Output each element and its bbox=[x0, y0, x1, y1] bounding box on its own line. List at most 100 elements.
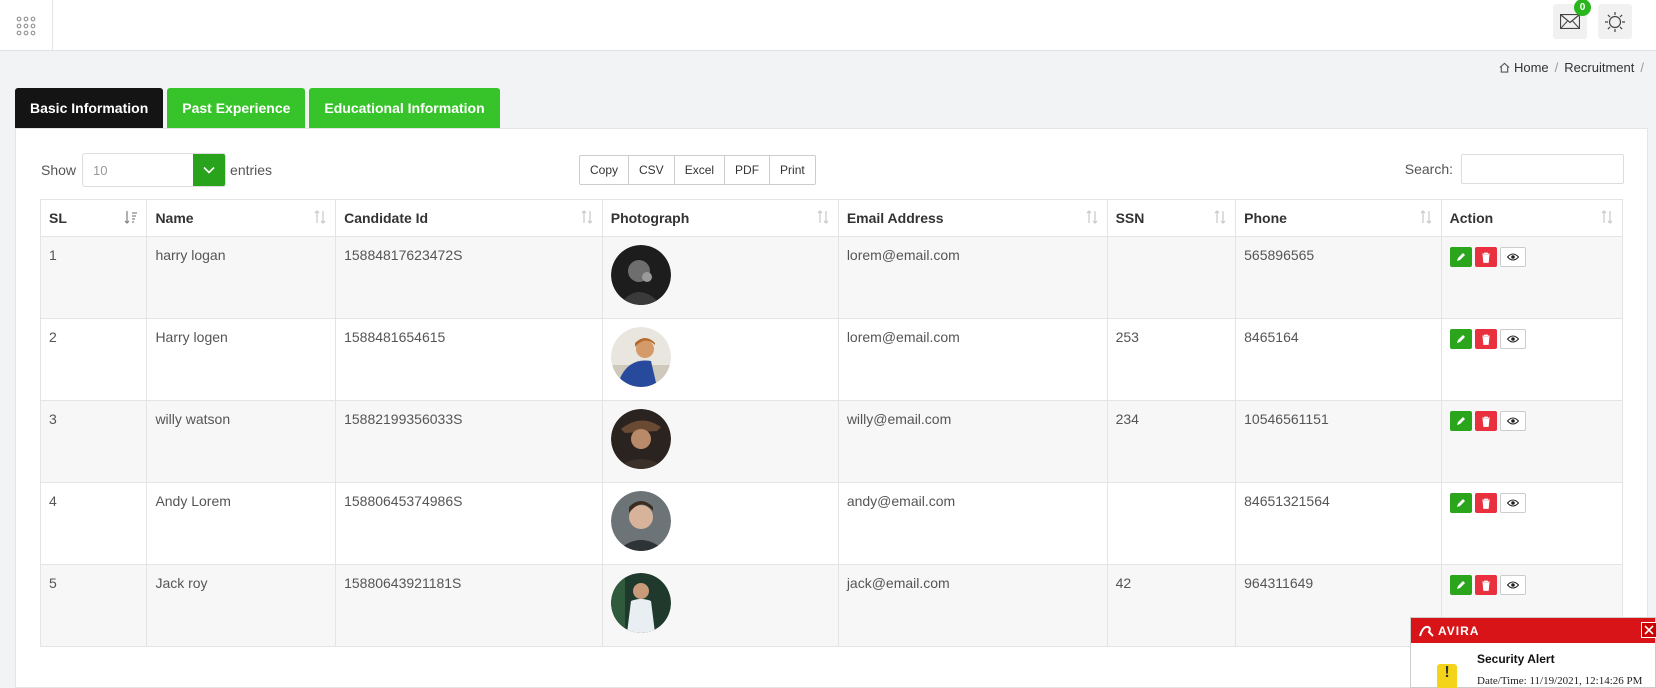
column-header-photograph[interactable]: Photograph bbox=[601, 199, 839, 237]
pencil-icon bbox=[1456, 335, 1465, 343]
edit-button[interactable] bbox=[1449, 247, 1472, 267]
entries-select[interactable]: 10 bbox=[82, 153, 227, 187]
edit-button[interactable] bbox=[1449, 575, 1472, 595]
cell-actions bbox=[1440, 400, 1624, 483]
cell-ssn: 42 bbox=[1106, 564, 1237, 647]
breadcrumb-recruitment[interactable]: Recruitment bbox=[1564, 60, 1634, 75]
cell-candidate-id: 1588481654615 bbox=[335, 318, 603, 401]
pencil-icon bbox=[1456, 499, 1465, 507]
mail-button[interactable]: 0 bbox=[1553, 0, 1591, 39]
tab-past-experience[interactable]: Past Experience bbox=[167, 88, 306, 128]
eye-icon bbox=[1506, 581, 1519, 589]
view-button[interactable] bbox=[1499, 493, 1526, 513]
cell-actions bbox=[1440, 236, 1624, 319]
cell-photograph bbox=[601, 400, 839, 483]
tab-educational-information[interactable]: Educational Information bbox=[309, 88, 500, 128]
alert-datetime: Date/Time: 11/19/2021, 12:14:26 PM bbox=[1477, 675, 1643, 687]
breadcrumb-separator: / bbox=[1640, 60, 1644, 75]
cell-name: willy watson bbox=[146, 400, 337, 483]
cell-email: andy@email.com bbox=[837, 482, 1108, 565]
cell-name: harry logan bbox=[146, 236, 337, 319]
edit-button[interactable] bbox=[1449, 493, 1472, 513]
delete-button[interactable] bbox=[1474, 493, 1497, 513]
delete-button[interactable] bbox=[1474, 247, 1497, 267]
pencil-icon bbox=[1456, 417, 1465, 425]
edit-button[interactable] bbox=[1449, 329, 1472, 349]
cell-actions bbox=[1440, 482, 1624, 565]
copy-button[interactable]: Copy bbox=[580, 156, 630, 184]
column-header-ssn[interactable]: SSN bbox=[1106, 199, 1237, 237]
pdf-button[interactable]: PDF bbox=[725, 156, 771, 184]
avira-security-alert: AVIRA ! Security Alert Date/Time: 11/19/… bbox=[1410, 617, 1656, 688]
alert-title: Security Alert bbox=[1477, 652, 1555, 666]
candidate-photo bbox=[610, 409, 671, 469]
settings-icon bbox=[1605, 11, 1625, 32]
cell-name: Andy Lorem bbox=[146, 482, 337, 565]
sort-icon bbox=[314, 210, 326, 224]
cell-email: lorem@email.com bbox=[837, 236, 1108, 319]
print-button[interactable]: Print bbox=[770, 156, 815, 184]
column-header-action[interactable]: Action bbox=[1440, 199, 1624, 237]
sort-icon bbox=[1214, 210, 1226, 224]
trash-icon bbox=[1481, 334, 1490, 345]
home-icon bbox=[1499, 62, 1510, 73]
cell-phone: 8465164 bbox=[1235, 318, 1442, 401]
table-row: 4 Andy Lorem 15880645374986S andy@email.… bbox=[39, 482, 1624, 565]
mail-count-badge: 0 bbox=[1574, 0, 1591, 16]
tab-basic-information[interactable]: Basic Information bbox=[15, 88, 164, 128]
cell-candidate-id: 15884817623472S bbox=[335, 236, 603, 319]
cell-phone: 84651321564 bbox=[1235, 482, 1442, 565]
breadcrumb-home-label: Home bbox=[1513, 60, 1549, 75]
view-button[interactable] bbox=[1499, 329, 1526, 349]
column-header-name[interactable]: Name bbox=[146, 199, 337, 237]
column-header-sl[interactable]: SL bbox=[39, 199, 148, 237]
column-header-phone[interactable]: Phone bbox=[1235, 199, 1442, 237]
trash-icon bbox=[1481, 498, 1490, 509]
cell-name: Harry logen bbox=[146, 318, 337, 401]
column-header-candidate-id[interactable]: Candidate Id bbox=[335, 199, 603, 237]
mail-icon bbox=[1560, 14, 1580, 29]
eye-icon bbox=[1506, 335, 1519, 343]
table-row: 5 Jack roy 15880643921181S jack@email.co… bbox=[39, 564, 1624, 647]
cell-sl: 3 bbox=[39, 400, 148, 483]
breadcrumb: Home / Recruitment / bbox=[1499, 60, 1644, 75]
close-button[interactable] bbox=[1641, 622, 1656, 638]
table-header-row: SL Name Candidate Id Photograph Email Ad… bbox=[39, 199, 1624, 237]
chevron-down-icon bbox=[193, 154, 226, 186]
excel-button[interactable]: Excel bbox=[675, 156, 726, 184]
eye-icon bbox=[1506, 253, 1519, 261]
delete-button[interactable] bbox=[1474, 575, 1497, 595]
cell-email: lorem@email.com bbox=[837, 318, 1108, 401]
column-header-email[interactable]: Email Address bbox=[837, 199, 1108, 237]
csv-button[interactable]: CSV bbox=[629, 156, 675, 184]
cell-photograph bbox=[601, 482, 839, 565]
table-row: 2 Harry logen 1588481654615 lorem@email.… bbox=[39, 318, 1624, 401]
edit-button[interactable] bbox=[1449, 411, 1472, 431]
cell-photograph bbox=[601, 236, 839, 319]
search-input[interactable] bbox=[1461, 154, 1624, 184]
settings-button[interactable] bbox=[1598, 4, 1632, 39]
view-button[interactable] bbox=[1499, 411, 1526, 431]
export-buttons: Copy CSV Excel PDF Print bbox=[579, 155, 816, 185]
sort-icon bbox=[1420, 210, 1432, 224]
table-row: 1 harry logan 15884817623472S lorem@emai… bbox=[39, 236, 1624, 319]
apps-grid-icon[interactable] bbox=[0, 0, 53, 51]
candidate-photo bbox=[610, 245, 671, 305]
eye-icon bbox=[1506, 499, 1519, 507]
candidate-photo bbox=[610, 491, 671, 551]
avira-header: AVIRA bbox=[1411, 618, 1655, 643]
entries-length-control: Show 10 entries bbox=[41, 153, 272, 187]
view-button[interactable] bbox=[1499, 575, 1526, 595]
view-button[interactable] bbox=[1499, 247, 1526, 267]
cell-sl: 4 bbox=[39, 482, 148, 565]
cell-candidate-id: 15880643921181S bbox=[335, 564, 603, 647]
avira-logo-icon bbox=[1419, 625, 1434, 637]
search-label: Search: bbox=[1404, 161, 1453, 177]
trash-icon bbox=[1481, 416, 1490, 427]
cell-email: jack@email.com bbox=[837, 564, 1108, 647]
breadcrumb-home[interactable]: Home bbox=[1499, 60, 1549, 75]
delete-button[interactable] bbox=[1474, 329, 1497, 349]
delete-button[interactable] bbox=[1474, 411, 1497, 431]
cell-photograph bbox=[601, 564, 839, 647]
cell-name: Jack roy bbox=[146, 564, 337, 647]
